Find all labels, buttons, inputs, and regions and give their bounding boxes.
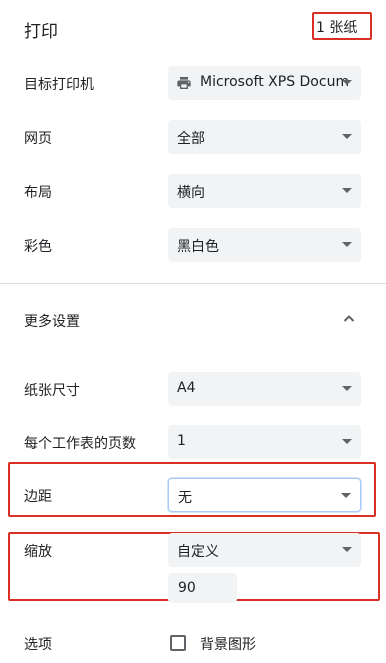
color-label: 彩色 [24, 239, 52, 255]
paper-size-select[interactable]: A4 [168, 372, 361, 406]
caret-down-icon [342, 547, 352, 552]
layout-select[interactable]: 横向 [168, 174, 361, 208]
caret-down-icon [342, 188, 352, 193]
layout-value: 横向 [177, 185, 205, 201]
printer-select[interactable]: Microsoft XPS Docum [168, 66, 361, 100]
section-divider [0, 283, 386, 284]
paper-size-label: 纸张尺寸 [24, 383, 80, 399]
margins-select[interactable]: 无 [168, 478, 361, 512]
pages-per-sheet-value: 1 [177, 433, 186, 449]
pages-value: 全部 [177, 131, 205, 147]
paper-size-value: A4 [177, 380, 196, 396]
scale-custom-value: 90 [178, 580, 196, 596]
pages-per-sheet-label: 每个工作表的页数 [24, 436, 136, 452]
caret-down-icon [342, 134, 352, 139]
color-value: 黑白色 [177, 239, 219, 255]
printer-icon [177, 77, 191, 89]
background-graphics-checkbox[interactable] [170, 635, 186, 651]
pages-per-sheet-select[interactable]: 1 [168, 425, 361, 459]
scale-label: 缩放 [24, 544, 52, 560]
chevron-up-icon[interactable] [343, 313, 355, 325]
print-title: 打印 [24, 22, 58, 42]
scale-custom-input[interactable]: 90 [168, 573, 237, 603]
options-label: 选项 [24, 637, 52, 653]
more-settings-toggle[interactable]: 更多设置 [24, 311, 80, 331]
sheet-count: 1 张纸 [316, 20, 358, 36]
background-graphics-label[interactable]: 背景图形 [200, 634, 256, 654]
pages-label: 网页 [24, 131, 52, 147]
caret-down-icon [341, 493, 351, 498]
layout-label: 布局 [24, 185, 52, 201]
caret-down-icon [342, 386, 352, 391]
caret-down-icon [342, 80, 352, 85]
caret-down-icon [342, 439, 352, 444]
caret-down-icon [342, 242, 352, 247]
margins-value: 无 [178, 490, 192, 506]
scale-value: 自定义 [177, 544, 219, 560]
printer-label: 目标打印机 [24, 77, 94, 93]
scale-select[interactable]: 自定义 [168, 533, 361, 567]
margins-label: 边距 [24, 489, 52, 505]
print-header: 打印 1 张纸 [0, 0, 386, 58]
printer-value: Microsoft XPS Docum [200, 74, 350, 90]
pages-select[interactable]: 全部 [168, 120, 361, 154]
color-select[interactable]: 黑白色 [168, 228, 361, 262]
